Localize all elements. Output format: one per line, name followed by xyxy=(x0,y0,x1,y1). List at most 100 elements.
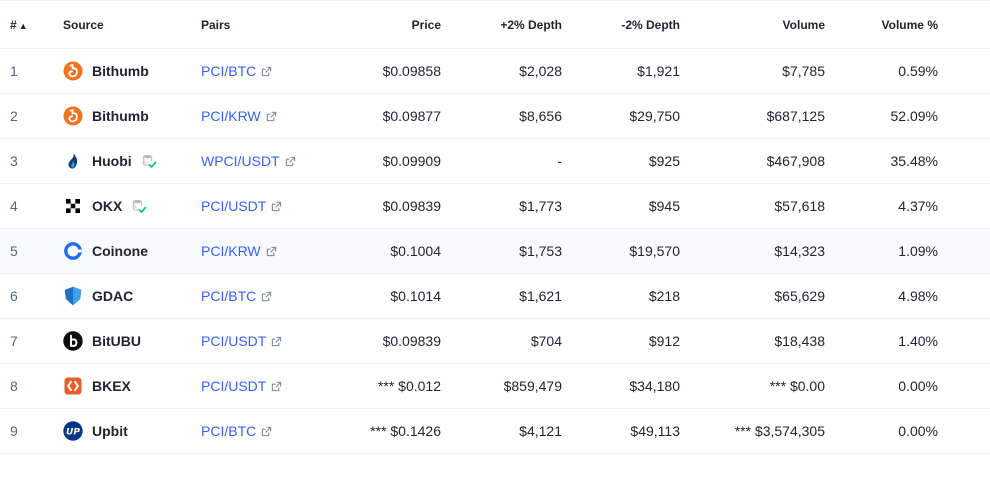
verified-proof-of-reserves-icon[interactable] xyxy=(131,198,147,214)
volume-percent-cell: 1.40% xyxy=(825,318,938,364)
pair-link[interactable]: PCI/USDT xyxy=(201,198,266,214)
price-cell: $0.1004 xyxy=(311,228,441,274)
rank-cell: 7 xyxy=(0,318,52,364)
pair-link[interactable]: PCI/BTC xyxy=(201,423,256,439)
sort-ascending-icon[interactable]: ▲ xyxy=(19,21,28,31)
column-header-plus-depth[interactable]: +2% Depth xyxy=(441,0,562,49)
table-row[interactable]: 6 GDAC PCI/BTC $0.1014 $1,621 $218 $65,629 4.98… xyxy=(0,273,990,319)
pair-link[interactable]: PCI/USDT xyxy=(201,333,266,349)
volume-percent-cell: 0.00% xyxy=(825,363,938,409)
price-cell: $0.09877 xyxy=(311,93,441,139)
external-link-icon[interactable] xyxy=(271,381,282,392)
column-header-volume-percent[interactable]: Volume % xyxy=(825,0,938,49)
rank-cell: 8 xyxy=(0,363,52,409)
exchange-name-link[interactable]: BitUBU xyxy=(92,333,141,349)
bitubu-logo-icon[interactable] xyxy=(63,331,83,351)
pair-link[interactable]: PCI/KRW xyxy=(201,108,261,124)
external-link-icon[interactable] xyxy=(266,111,277,122)
exchange-name-link[interactable]: Bithumb xyxy=(92,63,149,79)
minus-depth-cell: $34,180 xyxy=(562,363,680,409)
volume-percent-cell: 0.59% xyxy=(825,48,938,94)
bkex-logo-icon[interactable] xyxy=(63,376,83,396)
pair-link[interactable]: PCI/BTC xyxy=(201,288,256,304)
exchange-name-link[interactable]: Upbit xyxy=(92,423,128,439)
rank-cell: 4 xyxy=(0,183,52,229)
column-header-source[interactable]: Source xyxy=(52,0,191,49)
rank-cell: 5 xyxy=(0,228,52,274)
pair-link[interactable]: PCI/USDT xyxy=(201,378,266,394)
source-cell: Coinone xyxy=(52,228,191,274)
gdac-logo-icon[interactable] xyxy=(63,286,83,306)
volume-percent-cell: 4.98% xyxy=(825,273,938,319)
row-spacer xyxy=(938,318,990,364)
column-header-pairs-label: Pairs xyxy=(201,17,231,32)
price-cell: $0.09839 xyxy=(311,318,441,364)
external-link-icon[interactable] xyxy=(271,201,282,212)
table-row[interactable]: 8 BKEX PCI/USDT *** $0.012 $859,479 $34,180 **… xyxy=(0,363,990,409)
row-spacer xyxy=(938,138,990,184)
external-link-icon[interactable] xyxy=(261,291,272,302)
column-header-pairs[interactable]: Pairs xyxy=(191,0,311,49)
column-header-price[interactable]: Price xyxy=(311,0,441,49)
table-row[interactable]: 7 BitUBU PCI/USDT $0.09839 $704 $912 $18,438 1.… xyxy=(0,318,990,364)
source-cell: Bithumb xyxy=(52,93,191,139)
external-link-icon[interactable] xyxy=(285,156,296,167)
source-cell: OKX xyxy=(52,183,191,229)
svg-text:UP: UP xyxy=(66,428,80,438)
table-row[interactable]: 4 OKX PCI/USDT $0.09839 $1,773 $945 $57,618 4.3… xyxy=(0,183,990,229)
price-cell: $0.09839 xyxy=(311,183,441,229)
column-header-minus-depth[interactable]: -2% Depth xyxy=(562,0,680,49)
column-header-volume[interactable]: Volume xyxy=(680,0,825,49)
pair-link[interactable]: WPCI/USDT xyxy=(201,153,280,169)
column-header-spacer xyxy=(938,0,990,49)
exchange-name-link[interactable]: Coinone xyxy=(92,243,148,259)
bithumb-logo-icon[interactable] xyxy=(63,61,83,81)
upbit-logo-icon[interactable]: UP xyxy=(63,421,83,441)
volume-percent-cell: 52.09% xyxy=(825,93,938,139)
plus-depth-cell: $859,479 xyxy=(441,363,562,409)
column-header-price-label: Price xyxy=(411,17,441,32)
rank-cell: 2 xyxy=(0,93,52,139)
bithumb-logo-icon[interactable] xyxy=(63,106,83,126)
source-cell: BKEX xyxy=(52,363,191,409)
table-row[interactable]: 3 Huobi WPCI/USDT $0.09909- $925 $467,908 35.4… xyxy=(0,138,990,184)
table-row[interactable]: 5 Coinone PCI/KRW $0.1004 $1,753 $19,570 $14,3… xyxy=(0,228,990,274)
pair-link[interactable]: PCI/KRW xyxy=(201,243,261,259)
exchange-name-link[interactable]: Bithumb xyxy=(92,108,149,124)
exchange-name-link[interactable]: GDAC xyxy=(92,288,133,304)
volume-cell: *** $3,574,305 xyxy=(680,408,825,454)
price-cell: $0.09858 xyxy=(311,48,441,94)
huobi-logo-icon[interactable] xyxy=(63,151,83,171)
minus-depth-cell: $1,921 xyxy=(562,48,680,94)
rank-cell: 9 xyxy=(0,408,52,454)
plus-depth-cell: $2,028 xyxy=(441,48,562,94)
exchange-name-link[interactable]: BKEX xyxy=(92,378,131,394)
table-row[interactable]: 2 Bithumb PCI/KRW $0.09877 $8,656 $29,750 $687… xyxy=(0,93,990,139)
volume-cell: $7,785 xyxy=(680,48,825,94)
price-cell: *** $0.012 xyxy=(311,363,441,409)
volume-cell: $57,618 xyxy=(680,183,825,229)
exchange-name-link[interactable]: Huobi xyxy=(92,153,132,169)
exchange-name-link[interactable]: OKX xyxy=(92,198,122,214)
volume-percent-cell: 1.09% xyxy=(825,228,938,274)
table-row[interactable]: 1 Bithumb PCI/BTC $0.09858 $2,028 $1,921 $7,78… xyxy=(0,48,990,94)
coinone-logo-icon[interactable] xyxy=(63,241,83,261)
column-header-rank[interactable]: # ▲ xyxy=(0,0,52,49)
pair-cell: PCI/KRW xyxy=(191,93,311,139)
external-link-icon[interactable] xyxy=(261,426,272,437)
source-cell: UP Upbit xyxy=(52,408,191,454)
external-link-icon[interactable] xyxy=(271,336,282,347)
verified-proof-of-reserves-icon[interactable] xyxy=(141,153,157,169)
minus-depth-cell: $925 xyxy=(562,138,680,184)
source-cell: BitUBU xyxy=(52,318,191,364)
pair-link[interactable]: PCI/BTC xyxy=(201,63,256,79)
external-link-icon[interactable] xyxy=(266,246,277,257)
pair-cell: PCI/KRW xyxy=(191,228,311,274)
minus-depth-cell: $19,570 xyxy=(562,228,680,274)
row-spacer xyxy=(938,228,990,274)
external-link-icon[interactable] xyxy=(261,66,272,77)
okx-logo-icon[interactable] xyxy=(63,196,83,216)
table-body: 1 Bithumb PCI/BTC $0.09858 $2,028 $1,921 $7,78… xyxy=(0,48,990,454)
table-row[interactable]: 9 UP Upbit PCI/BTC *** $0.1426 $4,121 $49,113 *… xyxy=(0,408,990,454)
minus-depth-cell: $218 xyxy=(562,273,680,319)
